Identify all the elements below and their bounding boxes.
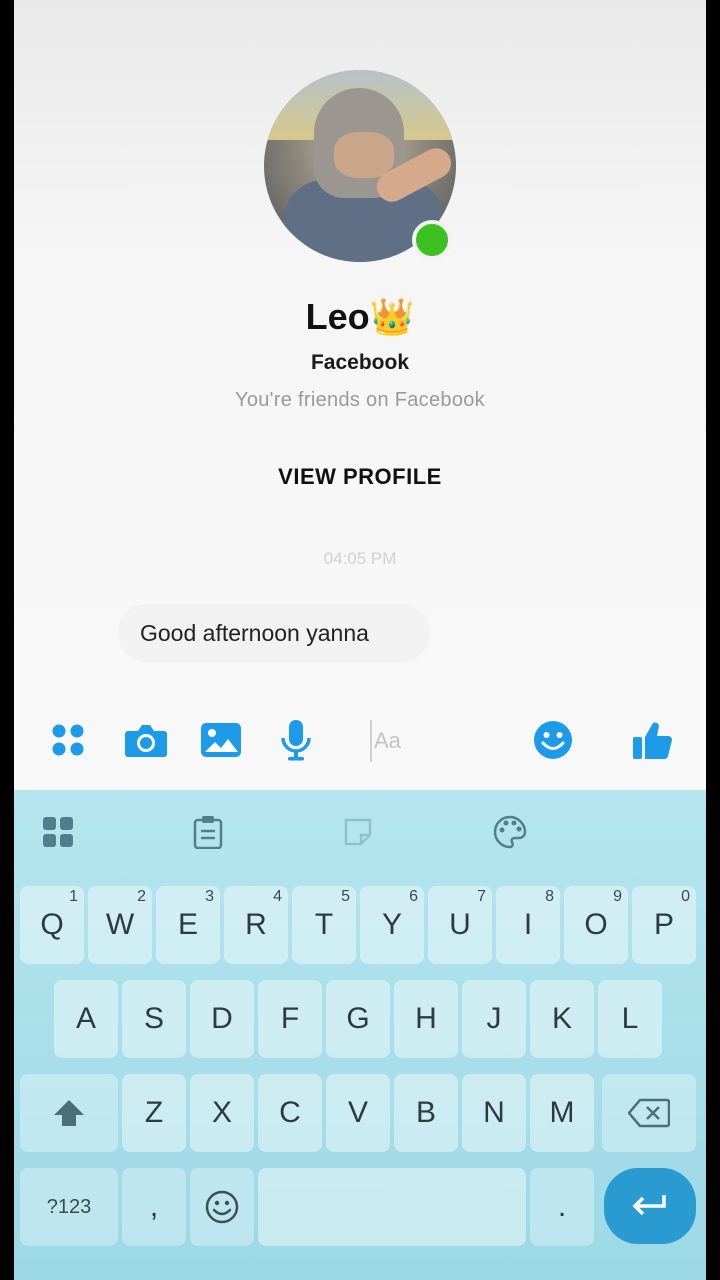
keyboard-toolbar — [14, 790, 706, 876]
sticker-icon[interactable] — [338, 812, 378, 852]
key-s[interactable]: S — [122, 980, 186, 1058]
contact-name: Leo👑 — [305, 296, 415, 337]
key-v[interactable]: V — [326, 1074, 390, 1152]
contact-platform: Facebook — [310, 351, 410, 374]
on-screen-keyboard: Q1 W2 E3 R4 T5 Y6 U7 I8 O9 P0 A S D F G … — [14, 790, 706, 1280]
message-input[interactable] — [370, 720, 510, 762]
view-profile-button[interactable]: VIEW PROFILE — [260, 455, 460, 499]
microphone-icon[interactable] — [272, 716, 320, 764]
key-j[interactable]: J — [462, 980, 526, 1058]
comma-key[interactable]: , — [122, 1168, 186, 1246]
key-t[interactable]: T5 — [292, 886, 356, 964]
enter-key[interactable] — [604, 1168, 696, 1244]
keyboard-emoji-icon — [205, 1190, 239, 1224]
emoji-key[interactable] — [190, 1168, 254, 1246]
apps-icon[interactable] — [44, 716, 92, 764]
space-key[interactable] — [258, 1168, 526, 1246]
message-bubble[interactable]: Good afternoon yanna — [118, 604, 430, 662]
emoji-icon[interactable] — [529, 716, 577, 764]
key-f[interactable]: F — [258, 980, 322, 1058]
clipboard-icon[interactable] — [188, 812, 228, 852]
friendship-status: You're friends on Facebook — [235, 389, 485, 411]
camera-icon[interactable] — [122, 716, 170, 764]
key-i[interactable]: I8 — [496, 886, 560, 964]
key-y[interactable]: Y6 — [360, 886, 424, 964]
key-d[interactable]: D — [190, 980, 254, 1058]
shift-key[interactable] — [20, 1074, 118, 1152]
backspace-key[interactable] — [602, 1074, 696, 1152]
backspace-icon — [628, 1098, 670, 1128]
message-composer — [14, 708, 706, 774]
online-status-dot — [412, 220, 452, 260]
shift-icon — [54, 1100, 84, 1126]
symbols-key[interactable]: ?123 — [20, 1168, 118, 1246]
key-o[interactable]: O9 — [564, 886, 628, 964]
key-h[interactable]: H — [394, 980, 458, 1058]
key-l[interactable]: L — [598, 980, 662, 1058]
grid-icon[interactable] — [38, 812, 78, 852]
key-k[interactable]: K — [530, 980, 594, 1058]
key-z[interactable]: Z — [122, 1074, 186, 1152]
key-x[interactable]: X — [190, 1074, 254, 1152]
key-m[interactable]: M — [530, 1074, 594, 1152]
message-timestamp: 04:05 PM — [323, 549, 397, 568]
key-g[interactable]: G — [326, 980, 390, 1058]
key-w[interactable]: W2 — [88, 886, 152, 964]
messenger-screen: Leo👑 Facebook You're friends on Facebook… — [14, 0, 706, 1280]
gallery-icon[interactable] — [197, 716, 245, 764]
key-e[interactable]: E3 — [156, 886, 220, 964]
key-a[interactable]: A — [54, 980, 118, 1058]
enter-icon — [632, 1195, 666, 1216]
key-r[interactable]: R4 — [224, 886, 288, 964]
key-q[interactable]: Q1 — [20, 886, 84, 964]
key-c[interactable]: C — [258, 1074, 322, 1152]
palette-icon[interactable] — [490, 812, 530, 852]
key-u[interactable]: U7 — [428, 886, 492, 964]
key-n[interactable]: N — [462, 1074, 526, 1152]
period-key[interactable]: . — [530, 1168, 594, 1246]
thumbs-up-icon[interactable] — [628, 716, 676, 764]
key-p[interactable]: P0 — [632, 886, 696, 964]
key-b[interactable]: B — [394, 1074, 458, 1152]
